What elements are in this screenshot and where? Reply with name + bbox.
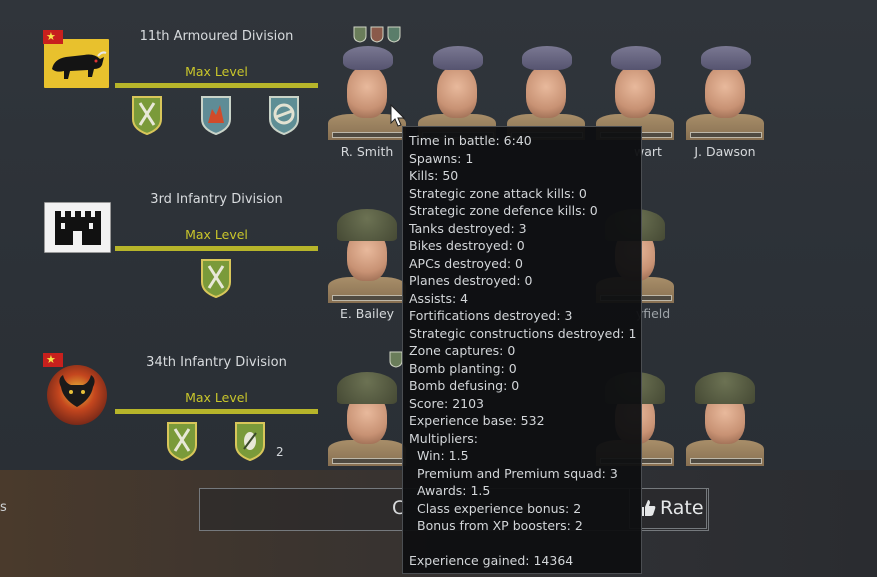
bull-icon bbox=[44, 39, 109, 88]
tooltip-stat-line: Bomb defusing: 0 bbox=[409, 378, 520, 393]
soldier-portrait[interactable] bbox=[328, 203, 406, 303]
bull-head-icon bbox=[47, 365, 107, 425]
tooltip-multiplier-line: Class experience bonus: 2 bbox=[417, 500, 582, 516]
tooltip-stat-line: Strategic zone attack kills: 0 bbox=[409, 185, 587, 201]
explosion-award-icon[interactable] bbox=[200, 95, 232, 136]
grenade-award-icon[interactable] bbox=[234, 421, 266, 462]
soldier-portrait[interactable] bbox=[328, 366, 406, 466]
tooltip-multiplier-line: Win: 1.5 bbox=[417, 448, 469, 463]
division-name: 11th Armoured Division bbox=[139, 29, 294, 44]
division-level-label: Max Level bbox=[185, 227, 248, 242]
award-count: 2 bbox=[276, 445, 284, 459]
left-edge-text: s bbox=[0, 500, 7, 515]
star-flag-icon: ★ bbox=[43, 353, 63, 367]
tooltip-stat-line: Bomb planting: 0 bbox=[409, 360, 517, 376]
rate-button-label: Rate bbox=[660, 497, 704, 519]
soldier-name: R. Smith bbox=[340, 144, 394, 159]
tooltip-stat-line: Fortifications destroyed: 3 bbox=[409, 308, 573, 323]
soldier-portrait[interactable] bbox=[686, 366, 764, 466]
tooltip-stat-line: Experience base: 532 bbox=[409, 413, 545, 428]
tooltip-multiplier-line: Awards: 1.5 bbox=[417, 483, 491, 498]
soldier-portrait[interactable] bbox=[507, 40, 585, 140]
tooltip-stat-line: Time in battle: 6:40 bbox=[409, 133, 532, 148]
tooltip-multiplier-line: Bonus from XP boosters: 2 bbox=[417, 518, 583, 533]
tooltip-stat-line: Bikes destroyed: 0 bbox=[409, 238, 525, 253]
division-name: 34th Infantry Division bbox=[146, 355, 287, 370]
division-level-label: Max Level bbox=[185, 390, 248, 405]
soldier-portrait[interactable] bbox=[596, 40, 674, 140]
star-flag-icon: ★ bbox=[43, 30, 63, 44]
tooltip-stat-line: APCs destroyed: 0 bbox=[409, 255, 524, 271]
castle-icon bbox=[44, 202, 111, 253]
tooltip-stat-line: Assists: 4 bbox=[409, 290, 469, 306]
soldier-portrait[interactable] bbox=[418, 40, 496, 140]
tooltip-stat-line: Zone captures: 0 bbox=[409, 343, 516, 358]
tooltip-multiplier-line: Premium and Premium squad: 3 bbox=[417, 465, 618, 481]
division-level-bar bbox=[115, 409, 318, 414]
tooltip-stat-line: Strategic zone defence kills: 0 bbox=[409, 203, 598, 218]
tooltip-stat-line: Score: 2103 bbox=[409, 395, 485, 411]
tank-wheel-award-icon[interactable] bbox=[268, 95, 300, 136]
tooltip-stat-line: Planes destroyed: 0 bbox=[409, 273, 533, 288]
crossed-rifles-award-icon[interactable] bbox=[200, 258, 232, 299]
soldier-portrait[interactable] bbox=[686, 40, 764, 140]
mouse-cursor-icon bbox=[390, 104, 406, 127]
crossed-rifles-award-icon[interactable] bbox=[166, 421, 198, 462]
thumbs-up-icon bbox=[641, 500, 656, 516]
division-name: 3rd Infantry Division bbox=[150, 192, 283, 207]
tooltip-stat-line: Multipliers: bbox=[409, 430, 478, 446]
soldier-name: J. Dawson bbox=[694, 144, 756, 159]
division-level-bar bbox=[115, 246, 318, 251]
soldier-name: E. Bailey bbox=[339, 306, 395, 321]
tooltip-stat-line: Strategic constructions destroyed: 1 bbox=[409, 325, 637, 341]
division-level-label: Max Level bbox=[185, 64, 248, 79]
division-level-bar bbox=[115, 83, 318, 88]
tooltip-stat-line: Kills: 50 bbox=[409, 168, 459, 183]
tooltip-stat-line: Tanks destroyed: 3 bbox=[409, 220, 527, 236]
crossed-rifles-award-icon[interactable] bbox=[131, 95, 163, 136]
soldier-stats-tooltip: Time in battle: 6:40 Spawns: 1 Kills: 50 St… bbox=[402, 126, 642, 574]
tooltip-stat-line: Spawns: 1 bbox=[409, 150, 474, 166]
tooltip-experience-gained: Experience gained: 14364 bbox=[409, 553, 574, 568]
